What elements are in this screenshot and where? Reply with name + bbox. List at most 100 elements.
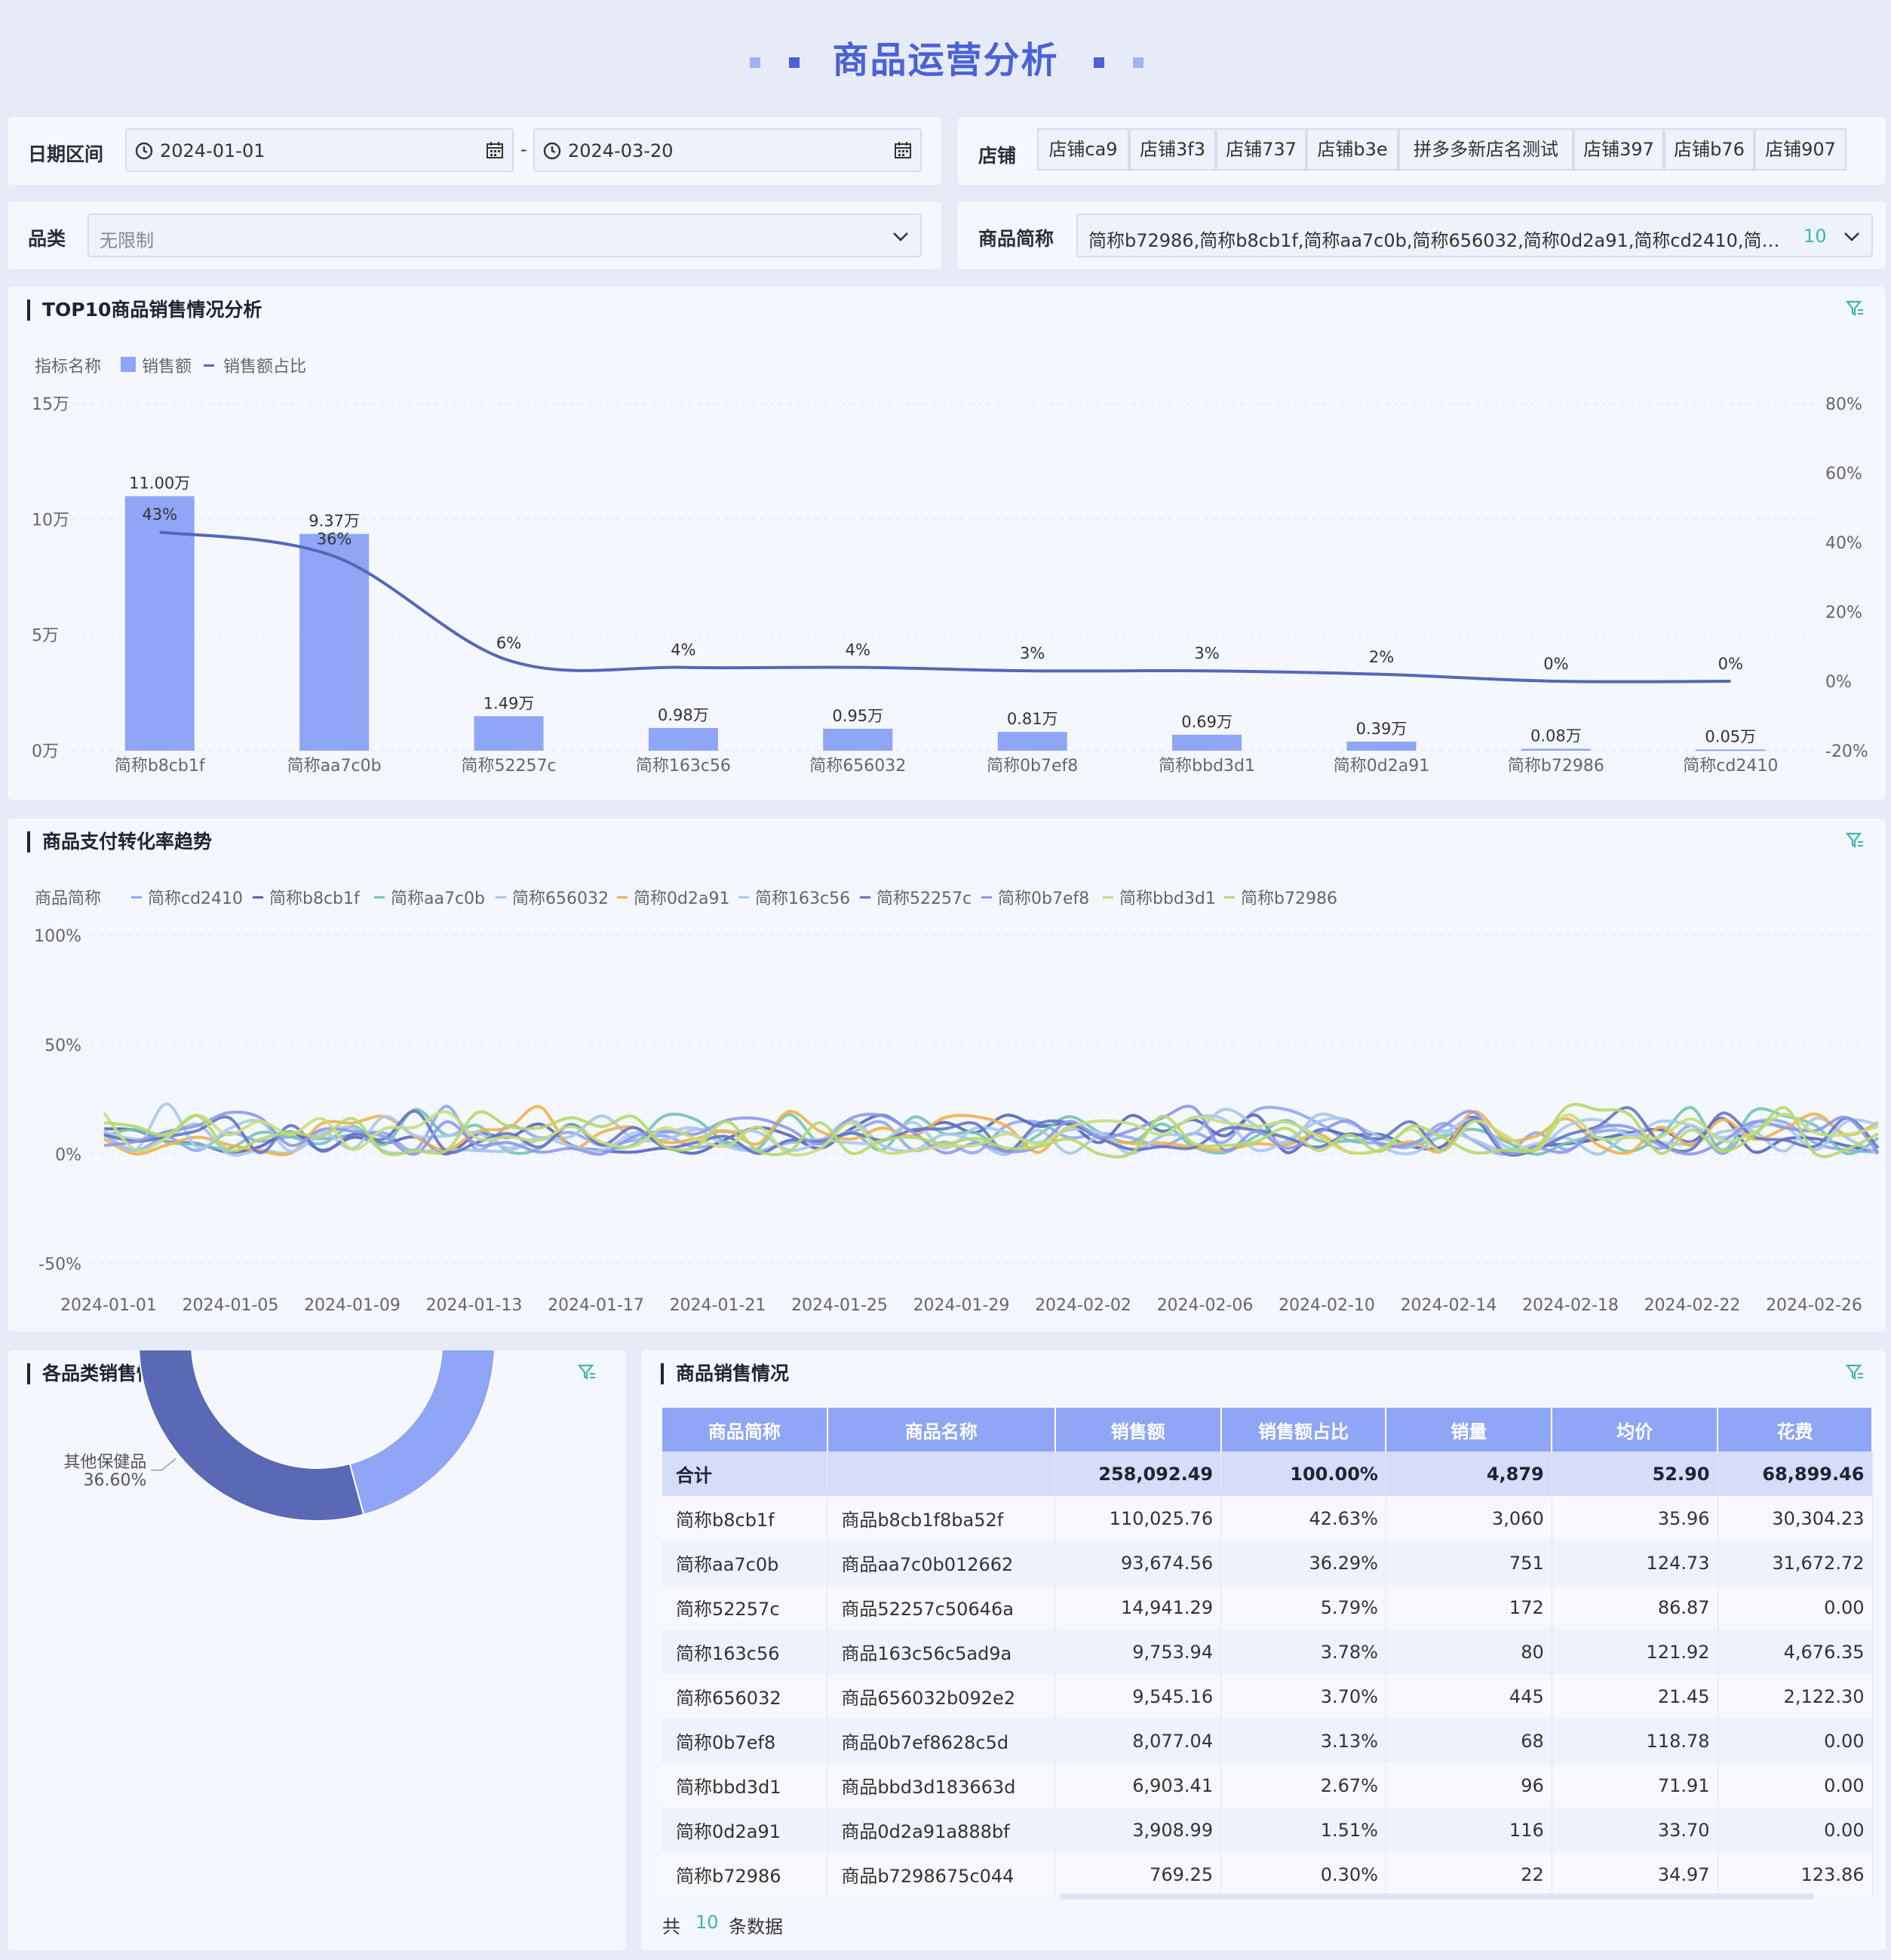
table-cell: 简称0d2a91 bbox=[662, 1808, 828, 1852]
calendar-icon[interactable] bbox=[485, 140, 505, 160]
category-select[interactable]: 无限制 bbox=[87, 214, 922, 257]
table-row[interactable]: 简称b72986 商品b7298675c044 769.25 0.30% 22 34.97… bbox=[662, 1852, 1873, 1897]
y2-tick-label: 0% bbox=[1825, 673, 1852, 692]
table-cell: 4,676.35 bbox=[1718, 1630, 1873, 1674]
table-cell: 1.51% bbox=[1220, 1808, 1386, 1852]
table-cell: 118.78 bbox=[1552, 1719, 1718, 1763]
bar bbox=[1696, 749, 1766, 751]
trend-chart: 100% 50% 0% -50% 2024-01-01 2024-01-05 2024-01… bbox=[34, 927, 1880, 1315]
bar-value-label: 9.37万 bbox=[309, 512, 360, 530]
filter-icon[interactable] bbox=[1845, 1362, 1865, 1382]
table-cell: 172 bbox=[1386, 1585, 1552, 1630]
column-header[interactable]: 商品简称 bbox=[662, 1408, 828, 1452]
table-cell: 商品0b7ef8628c5d bbox=[827, 1719, 1056, 1763]
table-cell: 68 bbox=[1386, 1719, 1552, 1763]
table-cell: 商品bbd3d183663d bbox=[827, 1763, 1056, 1808]
x-tick-label: 2024-02-26 bbox=[1766, 1296, 1862, 1315]
table-row[interactable]: 简称aa7c0b 商品aa7c0b012662 93,674.56 36.29% 751… bbox=[662, 1541, 1873, 1585]
x-tick-label: 简称cd2410 bbox=[1683, 757, 1778, 776]
table-cell: 简称b8cb1f bbox=[662, 1496, 828, 1541]
table-cell: 简称0b7ef8 bbox=[662, 1719, 828, 1763]
column-header[interactable]: 商品名称 bbox=[827, 1408, 1056, 1452]
date-end-input[interactable]: 2024-03-20 bbox=[533, 128, 922, 172]
store-chip-397[interactable]: 店铺397 bbox=[1573, 128, 1664, 171]
x-tick-label: 简称b72986 bbox=[1508, 757, 1604, 776]
table-row[interactable]: 简称bbd3d1 商品bbd3d183663d 6,903.41 2.67% 96 71.… bbox=[662, 1763, 1873, 1808]
title-deco-left-2 bbox=[789, 57, 800, 68]
table-footer-prefix: 共 bbox=[662, 1916, 680, 1937]
table-row[interactable]: 简称b8cb1f 商品b8cb1f8ba52f 110,025.76 42.63% 3,… bbox=[662, 1496, 1873, 1541]
table-cell: 0.00 bbox=[1718, 1585, 1873, 1630]
table-cell: 简称52257c bbox=[662, 1585, 828, 1630]
x-tick-label: 简称163c56 bbox=[636, 757, 731, 776]
table-cell: 商品b8cb1f8ba52f bbox=[827, 1496, 1056, 1541]
line-value-label: 3% bbox=[1194, 644, 1219, 662]
title-deco-left-1 bbox=[750, 57, 760, 68]
x-tick-label: 2024-02-14 bbox=[1401, 1296, 1497, 1315]
table-cell: 简称b72986 bbox=[662, 1852, 828, 1897]
bar-value-label: 0.08万 bbox=[1530, 727, 1582, 745]
chevron-down-icon bbox=[1844, 232, 1859, 241]
table-cell: 9,545.16 bbox=[1054, 1674, 1222, 1719]
trend-panel: 商品支付转化率趋势 商品简称 简称cd2410 简称b8cb1f 简称aa7c0b 简… bbox=[8, 819, 1886, 1332]
table-cell: 9,753.94 bbox=[1054, 1630, 1222, 1674]
table-row[interactable]: 简称0d2a91 商品0d2a91a888bf 3,908.99 1.51% 116 33… bbox=[662, 1808, 1873, 1852]
table-cell: 0.00 bbox=[1718, 1719, 1873, 1763]
date-start-value: 2024-01-01 bbox=[160, 140, 266, 161]
table-cell: 4,879 bbox=[1386, 1452, 1552, 1496]
product-select[interactable]: 简称b72986,简称b8cb1f,简称aa7c0b,简称656032,简称0d… bbox=[1076, 214, 1873, 257]
ratio-line bbox=[159, 530, 1731, 684]
bar bbox=[997, 732, 1067, 751]
column-header[interactable]: 销售额占比 bbox=[1220, 1408, 1387, 1452]
table-cell: 3.78% bbox=[1220, 1630, 1386, 1674]
store-label: 店铺 bbox=[978, 145, 1017, 167]
table-cell: 258,092.49 bbox=[1054, 1452, 1222, 1496]
x-tick-label: 简称0d2a91 bbox=[1334, 757, 1429, 776]
store-chip-b3e[interactable]: 店铺b3e bbox=[1306, 128, 1398, 171]
column-header[interactable]: 销量 bbox=[1386, 1408, 1553, 1452]
table-row[interactable]: 简称0b7ef8 商品0b7ef8628c5d 8,077.04 3.13% 68 118… bbox=[662, 1719, 1873, 1763]
column-header[interactable]: 均价 bbox=[1552, 1408, 1719, 1452]
table-cell: 3.70% bbox=[1220, 1674, 1386, 1719]
table-cell: 80 bbox=[1386, 1630, 1552, 1674]
bar-value-label: 0.95万 bbox=[832, 707, 883, 725]
store-chip-pdd-test[interactable]: 拼多多新店名测试 bbox=[1398, 128, 1573, 171]
table-cell: 52.90 bbox=[1552, 1452, 1718, 1496]
table-cell: 30,304.23 bbox=[1718, 1496, 1873, 1541]
y2-tick-label: 20% bbox=[1825, 604, 1862, 622]
sales-panel: 商品销售情况 商品简称 商品名称 销售额 销售额占比 销量 均价 花费 合计 2… bbox=[641, 1350, 1886, 1950]
table-cell: 5.79% bbox=[1220, 1585, 1386, 1630]
table-cell: 36.29% bbox=[1220, 1541, 1386, 1585]
line-value-label: 43% bbox=[142, 505, 177, 524]
table-row[interactable]: 简称656032 商品656032b092e2 9,545.16 3.70% 445 21… bbox=[662, 1674, 1873, 1719]
table-scrollbar[interactable] bbox=[1060, 1894, 1814, 1900]
table-total-row: 合计 258,092.49 100.00% 4,879 52.90 68,899… bbox=[662, 1452, 1873, 1496]
column-header[interactable]: 花费 bbox=[1718, 1408, 1873, 1452]
product-label: 商品简称 bbox=[978, 228, 1054, 250]
table-row[interactable]: 简称163c56 商品163c56c5ad9a 9,753.94 3.78% 80 121… bbox=[662, 1630, 1873, 1674]
table-row[interactable]: 简称52257c 商品52257c50646a 14,941.29 5.79% 172 8… bbox=[662, 1585, 1873, 1630]
bar bbox=[474, 716, 544, 751]
column-header[interactable]: 销售额 bbox=[1054, 1408, 1222, 1452]
y-tick-label: 5万 bbox=[32, 627, 59, 646]
x-tick-label: 2024-01-13 bbox=[426, 1296, 523, 1315]
store-chip-ca9[interactable]: 店铺ca9 bbox=[1037, 128, 1129, 171]
line-value-label: 0% bbox=[1543, 655, 1568, 673]
table-cell: 简称163c56 bbox=[662, 1630, 828, 1674]
store-chip-b76[interactable]: 店铺b76 bbox=[1664, 128, 1754, 171]
date-end-value: 2024-03-20 bbox=[568, 140, 674, 161]
category-label: 品类 bbox=[28, 228, 66, 250]
table-cell: 121.92 bbox=[1552, 1630, 1718, 1674]
date-separator: - bbox=[520, 139, 527, 160]
x-tick-label: 简称aa7c0b bbox=[287, 757, 382, 776]
store-chip-3f3[interactable]: 店铺3f3 bbox=[1129, 128, 1216, 171]
calendar-icon[interactable] bbox=[893, 140, 913, 160]
date-start-input[interactable]: 2024-01-01 bbox=[125, 128, 514, 172]
sales-table: 商品简称 商品名称 销售额 销售额占比 销量 均价 花费 合计 258,092.… bbox=[662, 1408, 1873, 1897]
store-chip-907[interactable]: 店铺907 bbox=[1754, 128, 1846, 171]
title-deco-right-1 bbox=[1094, 57, 1104, 68]
store-chip-737[interactable]: 店铺737 bbox=[1216, 128, 1306, 171]
clock-icon bbox=[543, 142, 561, 160]
top10-panel: TOP10商品销售情况分析 指标名称 销售额 销售额占比 15万 10万 5万 0万 8… bbox=[8, 287, 1886, 800]
table-cell: 33.70 bbox=[1552, 1808, 1718, 1852]
